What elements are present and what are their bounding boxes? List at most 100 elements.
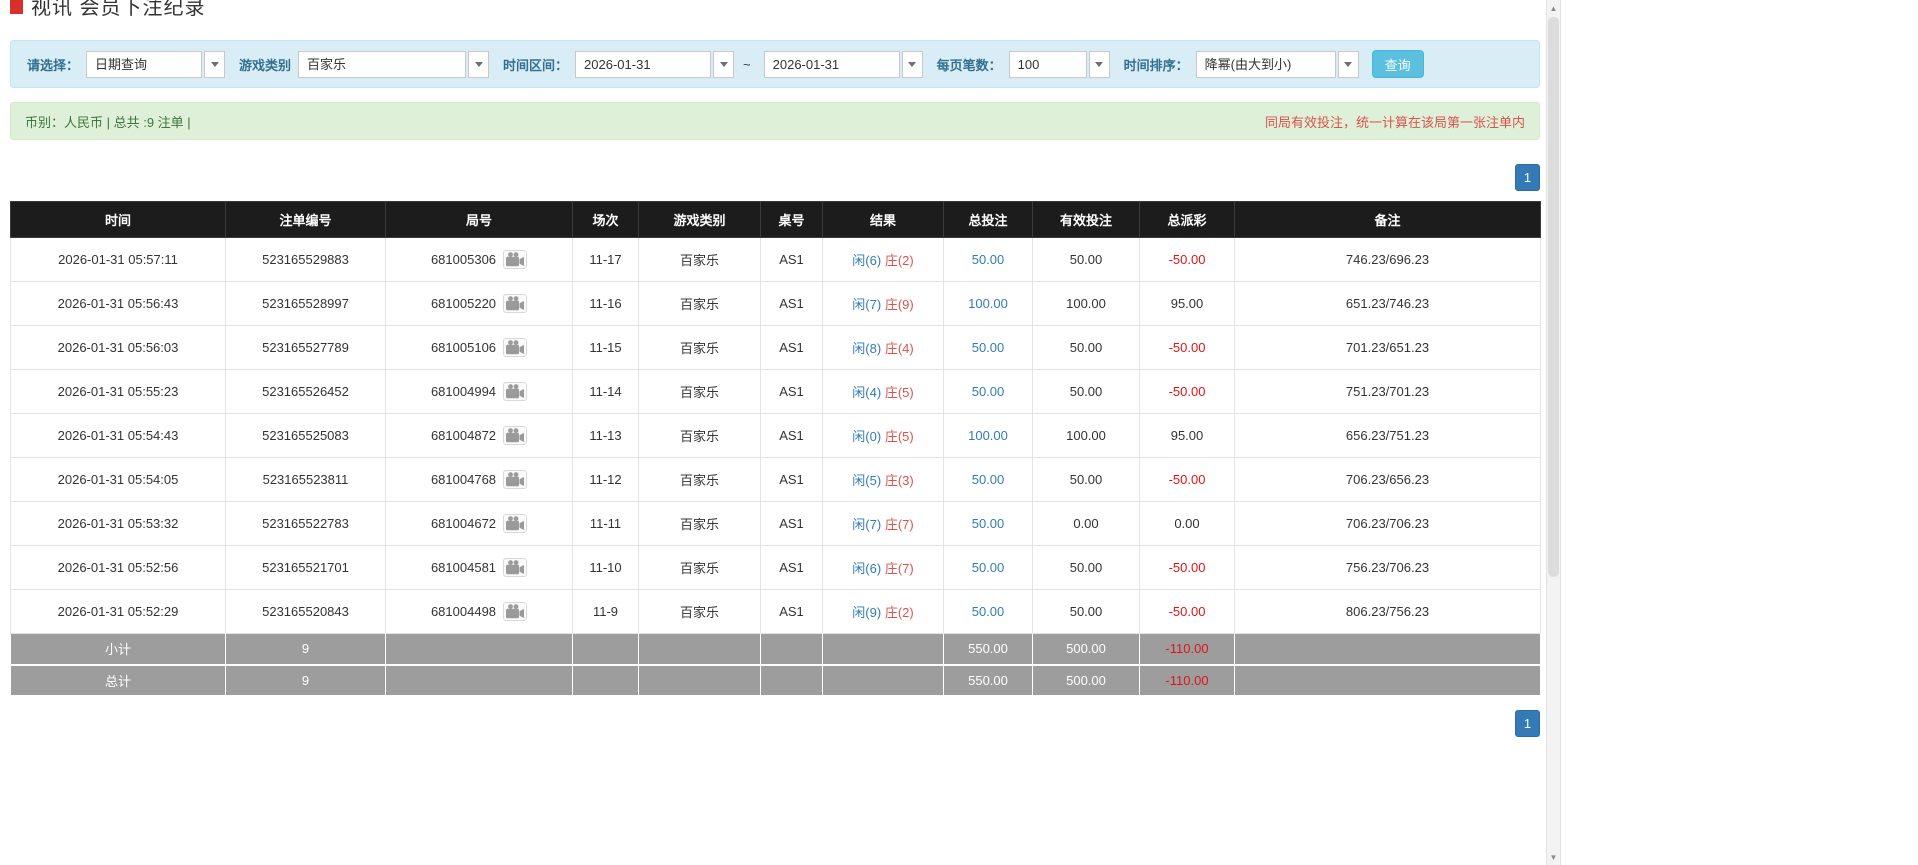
search-button[interactable]: 查询 bbox=[1371, 50, 1424, 78]
scroll-up-icon[interactable]: ▲ bbox=[1546, 0, 1561, 16]
video-replay-icon[interactable] bbox=[503, 338, 528, 357]
total-count: 9 bbox=[225, 663, 386, 696]
cell-bet-number: 523165522783 bbox=[225, 501, 386, 546]
cell-time: 2026-01-31 05:56:03 bbox=[10, 325, 226, 370]
cell-valid-bet: 100.00 bbox=[1032, 281, 1140, 326]
video-replay-icon[interactable] bbox=[503, 514, 528, 533]
vertical-scrollbar[interactable]: ▲ ▼ bbox=[1546, 0, 1561, 865]
subtotal-payout: -110.00 bbox=[1139, 633, 1235, 665]
video-replay-icon[interactable] bbox=[503, 558, 528, 577]
page-1-button[interactable]: 1 bbox=[1515, 164, 1540, 191]
sort-label: 时间排序： bbox=[1123, 57, 1189, 73]
total-bet-link[interactable]: 50.00 bbox=[972, 604, 1005, 619]
sort-select[interactable]: 降幂(由大到小) bbox=[1195, 50, 1359, 78]
table-row: 2026-01-31 05:52:56 523165521701 681004581… bbox=[10, 545, 1541, 590]
cell-remark: 746.23/696.23 bbox=[1234, 237, 1541, 282]
game-type-value[interactable]: 百家乐 bbox=[298, 50, 467, 78]
cell-valid-bet: 50.00 bbox=[1032, 325, 1140, 370]
cell-session: 11-14 bbox=[572, 369, 639, 414]
page-size-select[interactable]: 100 bbox=[1008, 50, 1110, 78]
total-label: 总计 bbox=[10, 663, 226, 696]
cell-valid-bet: 50.00 bbox=[1032, 457, 1140, 502]
cell-remark: 706.23/706.23 bbox=[1234, 501, 1541, 546]
chevron-down-icon[interactable] bbox=[468, 50, 490, 78]
header-game-type: 游戏类别 bbox=[638, 201, 761, 238]
cell-round-number: 681004994 bbox=[385, 369, 573, 414]
video-replay-icon[interactable] bbox=[503, 382, 528, 401]
date-to-value[interactable]: 2026-01-31 bbox=[763, 50, 900, 78]
total-bet-link[interactable]: 100.00 bbox=[968, 296, 1008, 311]
video-replay-icon[interactable] bbox=[503, 250, 528, 269]
video-replay-icon[interactable] bbox=[503, 426, 528, 445]
subtotal-total-bet: 550.00 bbox=[943, 633, 1033, 665]
cell-time: 2026-01-31 05:52:56 bbox=[10, 545, 226, 590]
cell-table-number: AS1 bbox=[760, 369, 823, 414]
cell-remark: 706.23/656.23 bbox=[1234, 457, 1541, 502]
header-remark: 备注 bbox=[1234, 201, 1541, 238]
cell-remark: 701.23/651.23 bbox=[1234, 325, 1541, 370]
table-row: 2026-01-31 05:56:03 523165527789 681005106… bbox=[10, 325, 1541, 370]
page-size-value[interactable]: 100 bbox=[1008, 50, 1087, 78]
scroll-down-icon[interactable]: ▼ bbox=[1546, 849, 1561, 865]
currency-summary: 币别：人民币 | 总共 :9 注单 | bbox=[25, 114, 191, 130]
date-to-picker[interactable]: 2026-01-31 bbox=[763, 50, 923, 78]
cell-session: 11-12 bbox=[572, 457, 639, 502]
date-from-value[interactable]: 2026-01-31 bbox=[575, 50, 712, 78]
chevron-down-icon[interactable] bbox=[1337, 50, 1359, 78]
table-row: 2026-01-31 05:53:32 523165522783 681004672… bbox=[10, 501, 1541, 546]
total-bet-link[interactable]: 50.00 bbox=[972, 516, 1005, 531]
cell-bet-number: 523165529883 bbox=[225, 237, 386, 282]
header-table-number: 桌号 bbox=[760, 201, 823, 238]
chevron-down-icon[interactable] bbox=[713, 50, 735, 78]
result-player: 闲(0) bbox=[852, 429, 882, 444]
header-bet-number: 注单编号 bbox=[225, 201, 386, 238]
game-type-select[interactable]: 百家乐 bbox=[298, 50, 490, 78]
cell-game-type: 百家乐 bbox=[638, 237, 761, 282]
main-content: 视讯 会员下注纪录 请选择： 日期查询 游戏类别 百家乐 时间区间： 2026-… bbox=[10, 0, 1541, 737]
pagination-top: 1 bbox=[10, 164, 1540, 191]
empty-cell bbox=[760, 633, 823, 665]
chevron-down-icon[interactable] bbox=[204, 50, 226, 78]
cell-total-bet: 50.00 bbox=[943, 325, 1033, 370]
cell-game-type: 百家乐 bbox=[638, 457, 761, 502]
total-bet-link[interactable]: 50.00 bbox=[972, 384, 1005, 399]
cell-round-number: 681005220 bbox=[385, 281, 573, 326]
video-replay-icon[interactable] bbox=[503, 294, 528, 313]
total-bet-link[interactable]: 50.00 bbox=[972, 340, 1005, 355]
cell-bet-number: 523165520843 bbox=[225, 589, 386, 634]
header-result: 结果 bbox=[822, 201, 944, 238]
chevron-down-icon[interactable] bbox=[1088, 50, 1110, 78]
chevron-down-icon[interactable] bbox=[901, 50, 923, 78]
header-session: 场次 bbox=[572, 201, 639, 238]
cell-table-number: AS1 bbox=[760, 589, 823, 634]
cell-result: 闲(5) 庄(3) bbox=[822, 457, 944, 502]
video-replay-icon[interactable] bbox=[503, 470, 528, 489]
page-1-button[interactable]: 1 bbox=[1515, 710, 1540, 737]
cell-payout: -50.00 bbox=[1139, 589, 1235, 634]
scrollbar-thumb[interactable] bbox=[1548, 17, 1559, 577]
result-player: 闲(9) bbox=[852, 605, 882, 620]
result-banker: 庄(9) bbox=[884, 297, 914, 312]
query-type-value[interactable]: 日期查询 bbox=[86, 50, 203, 78]
result-player: 闲(7) bbox=[852, 517, 882, 532]
cell-session: 11-11 bbox=[572, 501, 639, 546]
sort-value[interactable]: 降幂(由大到小) bbox=[1195, 50, 1336, 78]
query-type-label: 请选择： bbox=[27, 57, 80, 73]
cell-session: 11-9 bbox=[572, 589, 639, 634]
query-type-select[interactable]: 日期查询 bbox=[86, 50, 226, 78]
header-payout: 总派彩 bbox=[1139, 201, 1235, 238]
total-bet-link[interactable]: 50.00 bbox=[972, 252, 1005, 267]
cell-time: 2026-01-31 05:53:32 bbox=[10, 501, 226, 546]
total-bet-link[interactable]: 100.00 bbox=[968, 428, 1008, 443]
round-number: 681004672 bbox=[430, 516, 497, 531]
video-replay-icon[interactable] bbox=[503, 602, 528, 621]
cell-round-number: 681004872 bbox=[385, 413, 573, 458]
date-from-picker[interactable]: 2026-01-31 bbox=[575, 50, 735, 78]
cell-round-number: 681004498 bbox=[385, 589, 573, 634]
header-valid-bet: 有效投注 bbox=[1032, 201, 1140, 238]
cell-round-number: 681004581 bbox=[385, 545, 573, 590]
result-player: 闲(6) bbox=[852, 253, 882, 268]
total-bet-link[interactable]: 50.00 bbox=[972, 472, 1005, 487]
cell-table-number: AS1 bbox=[760, 501, 823, 546]
total-bet-link[interactable]: 50.00 bbox=[972, 560, 1005, 575]
